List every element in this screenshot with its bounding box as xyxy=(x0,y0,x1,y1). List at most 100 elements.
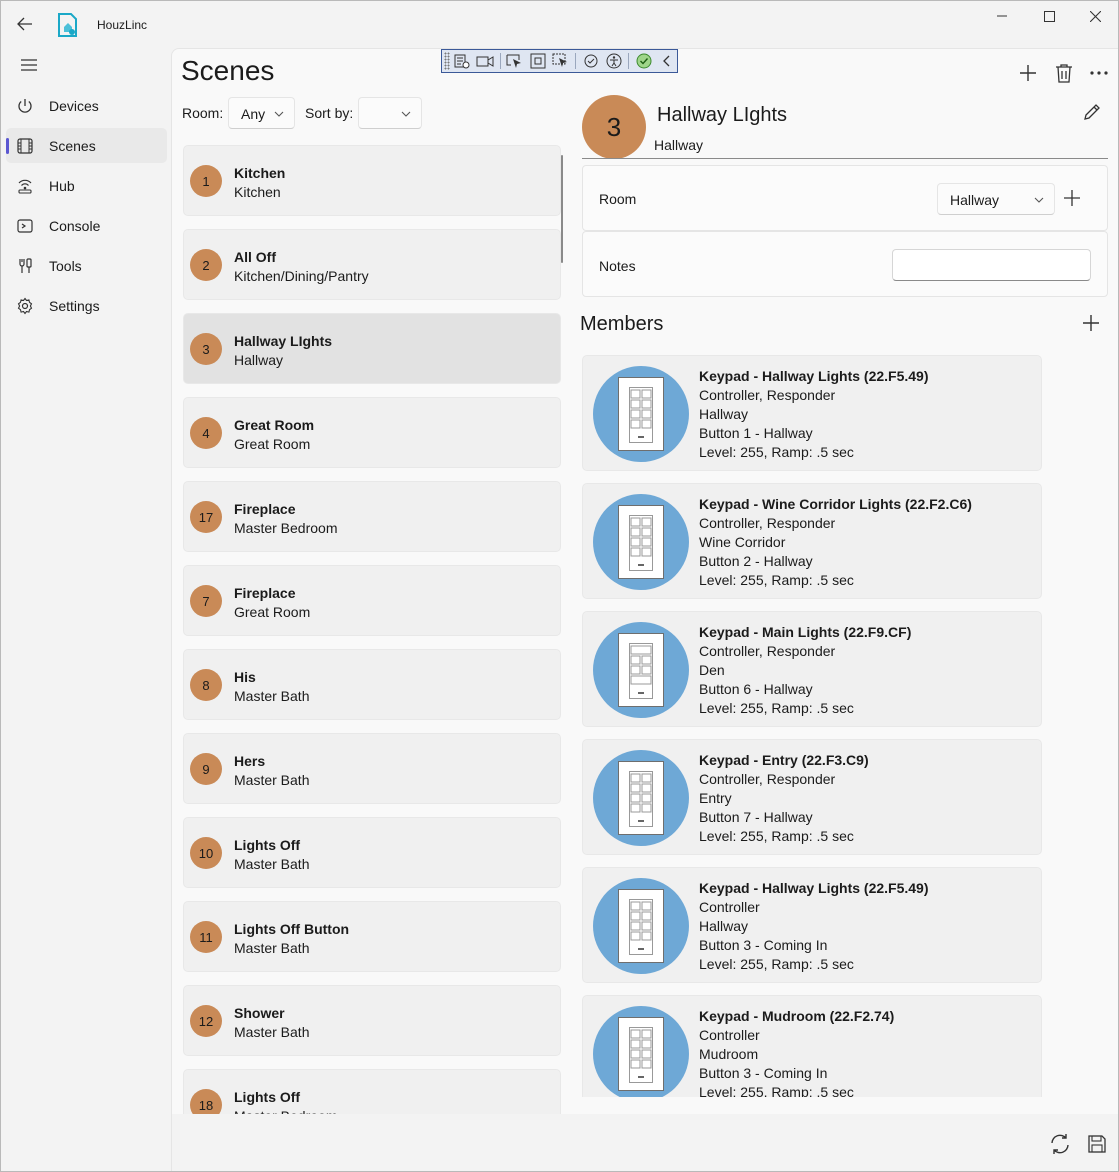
tools-icon xyxy=(19,258,32,273)
hot-reload-button[interactable] xyxy=(580,51,601,71)
nav-item-scenes[interactable]: Scenes xyxy=(6,128,167,163)
scene-item[interactable]: 10 Lights Off Master Bath xyxy=(183,817,561,888)
maximize-button[interactable] xyxy=(1026,6,1072,26)
room-filter-value: Any xyxy=(241,106,266,122)
member-name: Keypad - Entry (22.F3.C9) xyxy=(699,752,869,768)
toolbar-separator xyxy=(575,53,577,69)
member-name: Keypad - Hallway Lights (22.F5.49) xyxy=(699,368,929,384)
scene-item[interactable]: 17 Fireplace Master Bedroom xyxy=(183,481,561,552)
tree-icon xyxy=(454,54,470,69)
member-button: Button 6 - Hallway xyxy=(699,681,813,697)
nav-item-hub[interactable]: Hub xyxy=(6,168,167,203)
keypad-icon xyxy=(618,505,664,579)
add-scene-button[interactable] xyxy=(1013,58,1043,88)
room-filter-label: Room: xyxy=(182,105,224,121)
scene-item[interactable]: 18 Lights Off Master Bedroom xyxy=(183,1069,561,1116)
sort-by-label: Sort by: xyxy=(305,105,354,121)
room-card: Room Hallway xyxy=(582,165,1108,231)
scene-item[interactable]: 8 His Master Bath xyxy=(183,649,561,720)
accessibility-icon xyxy=(606,53,622,69)
member-role: Controller, Responder xyxy=(699,771,836,787)
gear-icon xyxy=(17,297,33,315)
member-button: Button 3 - Coming In xyxy=(699,937,828,953)
track-focus-button[interactable] xyxy=(550,51,571,71)
close-icon xyxy=(1089,10,1101,22)
scene-name: Fireplace xyxy=(234,585,296,601)
member-room: Mudroom xyxy=(699,1046,759,1062)
close-button[interactable] xyxy=(1072,6,1118,26)
scene-room: Great Room xyxy=(234,604,311,620)
drag-grip-icon[interactable] xyxy=(444,52,450,70)
device-avatar xyxy=(593,622,689,718)
scene-item[interactable]: 7 Fireplace Great Room xyxy=(183,565,561,636)
nav-item-settings[interactable]: Settings xyxy=(6,288,167,323)
member-item[interactable]: Keypad - Hallway Lights (22.F5.49) Contr… xyxy=(582,355,1042,471)
add-room-button[interactable] xyxy=(1061,187,1083,209)
scene-number-badge: 1 xyxy=(190,165,222,197)
scene-room: Master Bath xyxy=(234,940,310,956)
nav-item-console[interactable]: Console xyxy=(6,208,167,243)
member-item[interactable]: Keypad - Wine Corridor Lights (22.F2.C6)… xyxy=(582,483,1042,599)
notes-input[interactable] xyxy=(892,249,1091,281)
member-item[interactable]: Keypad - Hallway Lights (22.F5.49) Contr… xyxy=(582,867,1042,983)
scene-detail-badge: 3 xyxy=(582,95,646,159)
device-avatar xyxy=(593,878,689,974)
scene-room: Great Room xyxy=(234,436,311,452)
member-level: Level: 255, Ramp: .5 sec xyxy=(699,444,854,460)
scene-item-selected[interactable]: 3 Hallway LIghts Hallway xyxy=(183,313,561,384)
scene-name: Lights Off Button xyxy=(234,921,350,937)
add-member-button[interactable] xyxy=(1076,308,1106,338)
room-filter-select[interactable]: Any xyxy=(228,97,295,129)
edit-name-button[interactable] xyxy=(1077,97,1107,127)
scene-item[interactable]: 12 Shower Master Bath xyxy=(183,985,561,1056)
sort-by-select[interactable] xyxy=(358,97,422,129)
maximize-icon xyxy=(1043,10,1055,22)
scene-number-badge: 18 xyxy=(190,1089,222,1116)
scene-item[interactable]: 2 All Off Kitchen/Dining/Pantry xyxy=(183,229,561,300)
live-tree-button[interactable] xyxy=(452,51,473,71)
sync-icon xyxy=(1051,1134,1069,1154)
camera-icon xyxy=(476,56,494,67)
scene-room: Master Bath xyxy=(234,688,310,704)
display-layout-button[interactable] xyxy=(527,51,548,71)
scene-room: Master Bedroom xyxy=(234,520,338,536)
device-avatar xyxy=(593,494,689,590)
select-element-button[interactable] xyxy=(505,51,526,71)
collapse-toolbar-button[interactable] xyxy=(656,51,677,71)
minimize-button[interactable] xyxy=(979,6,1025,26)
check-circle-icon xyxy=(636,53,652,69)
nav-menu-button[interactable] xyxy=(14,52,44,78)
sync-button[interactable] xyxy=(1046,1130,1074,1158)
keypad-icon xyxy=(618,1017,664,1091)
binding-status-button[interactable] xyxy=(633,51,654,71)
keypad-icon xyxy=(618,889,664,963)
delete-scene-button[interactable] xyxy=(1049,58,1079,88)
scene-item[interactable]: 9 Hers Master Bath xyxy=(183,733,561,804)
chevron-down-icon xyxy=(1034,197,1044,203)
plus-icon xyxy=(1083,315,1099,331)
member-list: Keypad - Hallway Lights (22.F5.49) Contr… xyxy=(571,340,1111,1097)
nav-item-tools[interactable]: Tools xyxy=(6,248,167,283)
more-options-button[interactable] xyxy=(1084,58,1114,88)
room-select[interactable]: Hallway xyxy=(937,183,1055,215)
scene-item[interactable]: 4 Great Room Great Room xyxy=(183,397,561,468)
member-item[interactable]: Keypad - Entry (22.F3.C9) Controller, Re… xyxy=(582,739,1042,855)
scene-item[interactable]: 1 Kitchen Kitchen xyxy=(183,145,561,216)
app-logo-icon xyxy=(56,12,80,38)
notes-field-label: Notes xyxy=(599,258,636,274)
film-icon xyxy=(17,138,33,154)
accessibility-button[interactable] xyxy=(603,51,624,71)
scene-name: Lights Off xyxy=(234,1089,301,1105)
member-role: Controller, Responder xyxy=(699,515,836,531)
scene-room: Kitchen xyxy=(234,184,281,200)
back-button[interactable] xyxy=(10,9,40,39)
member-item[interactable]: Keypad - Main Lights (22.F9.CF) Controll… xyxy=(582,611,1042,727)
nav-item-devices[interactable]: Devices xyxy=(6,88,167,123)
hub-icon xyxy=(18,179,32,194)
scene-item[interactable]: 11 Lights Off Button Master Bath xyxy=(183,901,561,972)
save-button[interactable] xyxy=(1083,1130,1111,1158)
chevron-down-icon xyxy=(401,111,411,117)
record-button[interactable] xyxy=(475,51,496,71)
member-item[interactable]: Keypad - Mudroom (22.F2.74) Controller M… xyxy=(582,995,1042,1097)
scene-list-scrollbar[interactable] xyxy=(561,155,563,263)
